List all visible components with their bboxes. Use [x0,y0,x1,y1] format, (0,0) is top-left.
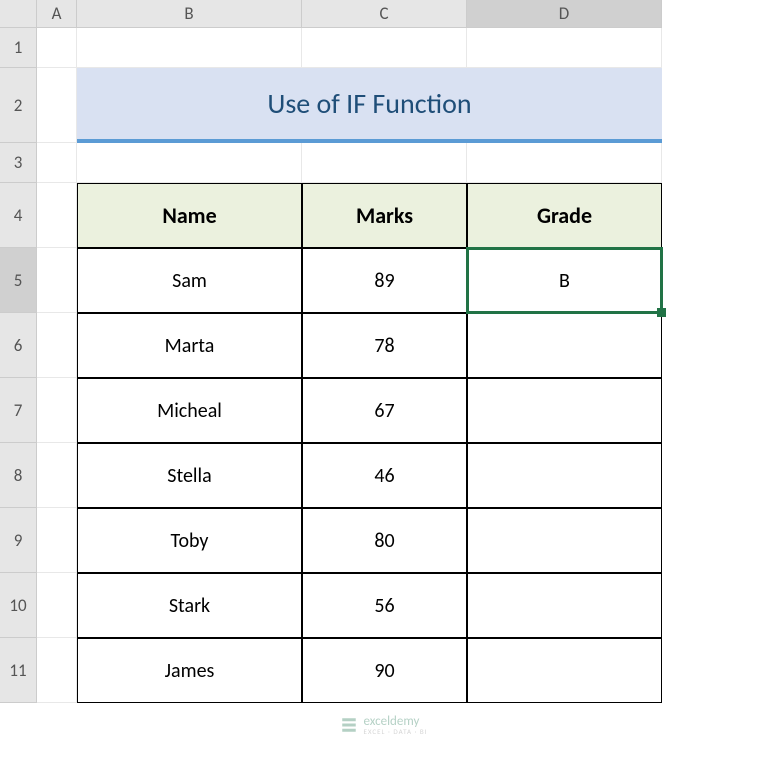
table-row[interactable]: Marta [77,313,302,378]
row-header-10[interactable]: 10 [0,573,37,638]
exceldemy-logo-icon [339,716,357,734]
watermark-tagline: EXCEL · DATA · BI [363,728,427,735]
row-header-1[interactable]: 1 [0,28,37,68]
table-row[interactable]: 67 [302,378,467,443]
row-header-6[interactable]: 6 [0,313,37,378]
row-header-11[interactable]: 11 [0,638,37,703]
table-header-name[interactable]: Name [77,183,302,248]
table-row[interactable] [467,443,662,508]
fill-handle[interactable] [657,308,666,317]
cell-b3[interactable] [77,143,302,183]
row-header-9[interactable]: 9 [0,508,37,573]
watermark: exceldemy EXCEL · DATA · BI [339,715,427,735]
row-header-3[interactable]: 3 [0,143,37,183]
col-header-b[interactable]: B [77,0,302,28]
cell-a9[interactable] [37,508,77,573]
table-row[interactable]: Toby [77,508,302,573]
cell-b1[interactable] [77,28,302,68]
cell-a4[interactable] [37,183,77,248]
col-header-a[interactable]: A [37,0,77,28]
row-header-8[interactable]: 8 [0,443,37,508]
cell-d5-selected[interactable]: B [467,248,662,313]
row-header-5[interactable]: 5 [0,248,37,313]
table-row[interactable]: 90 [302,638,467,703]
cell-a1[interactable] [37,28,77,68]
cell-a3[interactable] [37,143,77,183]
title-cell[interactable]: Use of IF Function [77,68,662,143]
table-row[interactable] [467,508,662,573]
table-row[interactable] [467,638,662,703]
row-header-7[interactable]: 7 [0,378,37,443]
watermark-text: exceldemy EXCEL · DATA · BI [363,715,427,735]
table-row[interactable]: 46 [302,443,467,508]
table-row[interactable]: Stella [77,443,302,508]
table-row[interactable]: James [77,638,302,703]
col-header-c[interactable]: C [302,0,467,28]
cell-a7[interactable] [37,378,77,443]
cell-d1[interactable] [467,28,662,68]
table-row[interactable]: Micheal [77,378,302,443]
select-all-corner[interactable] [0,0,37,28]
cell-a2[interactable] [37,68,77,143]
cell-value: B [559,269,570,293]
cell-a8[interactable] [37,443,77,508]
spreadsheet-grid: A B C D 1 2 Use of IF Function 3 4 Name … [0,0,767,703]
cell-a10[interactable] [37,573,77,638]
table-row[interactable]: Stark [77,573,302,638]
table-row[interactable] [467,313,662,378]
cell-a5[interactable] [37,248,77,313]
cell-c3[interactable] [302,143,467,183]
cell-a11[interactable] [37,638,77,703]
table-row[interactable]: Sam [77,248,302,313]
table-row[interactable]: 80 [302,508,467,573]
col-header-d[interactable]: D [467,0,662,28]
table-row[interactable]: 89 [302,248,467,313]
table-row[interactable] [467,573,662,638]
cell-c1[interactable] [302,28,467,68]
row-header-2[interactable]: 2 [0,68,37,143]
table-header-grade[interactable]: Grade [467,183,662,248]
table-row[interactable] [467,378,662,443]
row-header-4[interactable]: 4 [0,183,37,248]
table-row[interactable]: 78 [302,313,467,378]
cell-a6[interactable] [37,313,77,378]
table-row[interactable]: 56 [302,573,467,638]
table-header-marks[interactable]: Marks [302,183,467,248]
cell-d3[interactable] [467,143,662,183]
